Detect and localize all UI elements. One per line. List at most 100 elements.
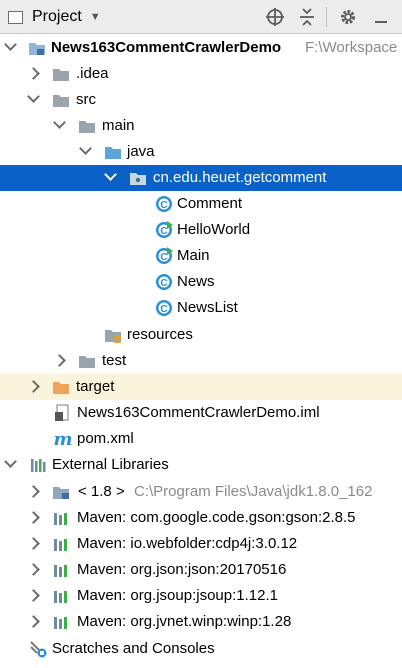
library-label: Maven: org.jsoup:jsoup:1.12.1: [77, 587, 278, 604]
tree-row-target[interactable]: target: [0, 374, 402, 400]
class-icon: C: [156, 196, 172, 212]
maven-file-icon: m: [54, 430, 72, 448]
tree-row-idea[interactable]: .idea: [0, 61, 402, 87]
folder-icon: [79, 356, 95, 368]
tree-row-maven-library[interactable]: Maven: org.jvnet.winp:winp:1.28: [0, 609, 402, 635]
tree-row-test[interactable]: test: [0, 348, 402, 374]
tree-row-project-root[interactable]: News163CommentCrawlerDemo F:\Workspace: [0, 35, 402, 61]
iml-file-icon: [55, 404, 69, 421]
svg-text:m: m: [54, 430, 72, 448]
libraries-icon: [31, 459, 46, 472]
library-label: Maven: com.google.code.gson:gson:2.8.5: [77, 509, 356, 526]
tree-row-package[interactable]: cn.edu.heuet.getcomment: [0, 165, 402, 191]
tree-row-maven-library[interactable]: Maven: org.jsoup:jsoup:1.12.1: [0, 583, 402, 609]
settings-button[interactable]: [337, 0, 359, 34]
folder-label: src: [76, 91, 96, 108]
folder-label: main: [102, 117, 135, 134]
tree-row-external-libraries[interactable]: External Libraries: [0, 452, 402, 478]
class-icon: C: [156, 300, 172, 316]
tree-row-jdk[interactable]: < 1.8 > C:\Program Files\Java\jdk1.8.0_1…: [0, 479, 402, 505]
external-libraries-label: External Libraries: [52, 456, 169, 473]
svg-text:C: C: [160, 278, 167, 289]
folder-icon: [53, 69, 69, 81]
chevron-right-icon: [27, 380, 40, 393]
tree-row-class[interactable]: C News: [0, 269, 402, 295]
chevron-right-icon: [27, 615, 40, 628]
chevron-right-icon: [27, 67, 40, 80]
minimize-icon: [375, 21, 387, 23]
source-folder-icon: [105, 147, 121, 159]
tree-row-pom[interactable]: m pom.xml: [0, 426, 402, 452]
chevron-right-icon: [27, 537, 40, 550]
project-root-name: News163CommentCrawlerDemo: [51, 39, 282, 56]
project-toolbar: Project ▼: [0, 0, 402, 34]
tree-row-java[interactable]: java: [0, 139, 402, 165]
tree-row-scratches[interactable]: Scratches and Consoles: [0, 636, 402, 662]
package-label: cn.edu.heuet.getcomment: [153, 169, 327, 186]
class-label: NewsList: [177, 299, 238, 316]
crosshair-icon: [266, 8, 284, 26]
project-view-selector[interactable]: Project ▼: [8, 0, 101, 34]
scratches-icon: [30, 641, 47, 658]
tree-row-maven-library[interactable]: Maven: org.json:json:20170516: [0, 557, 402, 583]
file-label: pom.xml: [77, 430, 134, 447]
chevron-right-icon: [27, 511, 40, 524]
svg-text:C: C: [160, 200, 167, 211]
tree-row-class[interactable]: C Comment: [0, 191, 402, 217]
svg-text:C: C: [160, 252, 167, 263]
jdk-label: < 1.8 >: [78, 483, 125, 500]
module-folder-icon: [29, 43, 45, 55]
tree-row-maven-library[interactable]: Maven: com.google.code.gson:gson:2.8.5: [0, 505, 402, 531]
package-icon: [130, 173, 146, 185]
chevron-down-icon: [79, 142, 92, 155]
folder-label: target: [76, 378, 115, 395]
project-title: Project: [32, 8, 82, 25]
collapse-all-button[interactable]: [296, 0, 318, 34]
jdk-path: C:\Program Files\Java\jdk1.8.0_162: [134, 483, 373, 500]
class-label: Comment: [177, 195, 243, 212]
svg-text:C: C: [160, 226, 167, 237]
tree-row-main[interactable]: main: [0, 113, 402, 139]
toolbar-divider: [326, 7, 327, 27]
chevron-down-icon: [53, 116, 66, 129]
class-label: HelloWorld: [177, 221, 251, 238]
folder-icon: [79, 121, 95, 133]
runnable-class-icon: C: [156, 221, 173, 238]
chevron-right-icon: [27, 563, 40, 576]
tree-row-class[interactable]: C Main: [0, 243, 402, 269]
chevron-down-icon: [4, 38, 17, 51]
locate-crosshair-button[interactable]: [264, 0, 286, 34]
library-icon: [54, 591, 67, 603]
tree-row-class[interactable]: C NewsList: [0, 295, 402, 321]
chevron-down-icon: [4, 455, 17, 468]
library-icon: [54, 617, 67, 629]
chevron-down-icon: [104, 168, 117, 181]
project-root-path: F:\Workspace: [305, 39, 398, 56]
hide-panel-button[interactable]: [370, 0, 392, 34]
project-window-icon: [8, 10, 23, 24]
chevron-right-icon: [27, 589, 40, 602]
tree-row-iml[interactable]: News163CommentCrawlerDemo.iml: [0, 400, 402, 426]
tree-row-src[interactable]: src: [0, 87, 402, 113]
chevron-down-icon: [27, 90, 40, 103]
chevron-right-icon: [53, 354, 66, 367]
tree-row-class[interactable]: C HelloWorld: [0, 217, 402, 243]
chevron-down-icon: ▼: [89, 11, 101, 23]
svg-text:C: C: [160, 304, 167, 315]
library-icon: [54, 565, 67, 577]
library-icon: [54, 539, 67, 551]
library-label: Maven: org.json:json:20170516: [77, 561, 287, 578]
library-label: Maven: org.jvnet.winp:winp:1.28: [77, 613, 292, 630]
folder-label: resources: [127, 326, 193, 343]
tree-row-maven-library[interactable]: Maven: io.webfolder:cdp4j:3.0.12: [0, 531, 402, 557]
resources-folder-icon: [105, 330, 121, 343]
class-label: News: [177, 273, 215, 290]
folder-icon: [53, 95, 69, 107]
excluded-folder-icon: [53, 382, 69, 394]
file-label: News163CommentCrawlerDemo.iml: [77, 404, 320, 421]
tree-row-resources[interactable]: resources: [0, 322, 402, 348]
folder-label: test: [102, 352, 127, 369]
jdk-folder-icon: [53, 487, 69, 499]
scratches-label: Scratches and Consoles: [52, 640, 215, 657]
runnable-class-icon: C: [156, 247, 173, 264]
